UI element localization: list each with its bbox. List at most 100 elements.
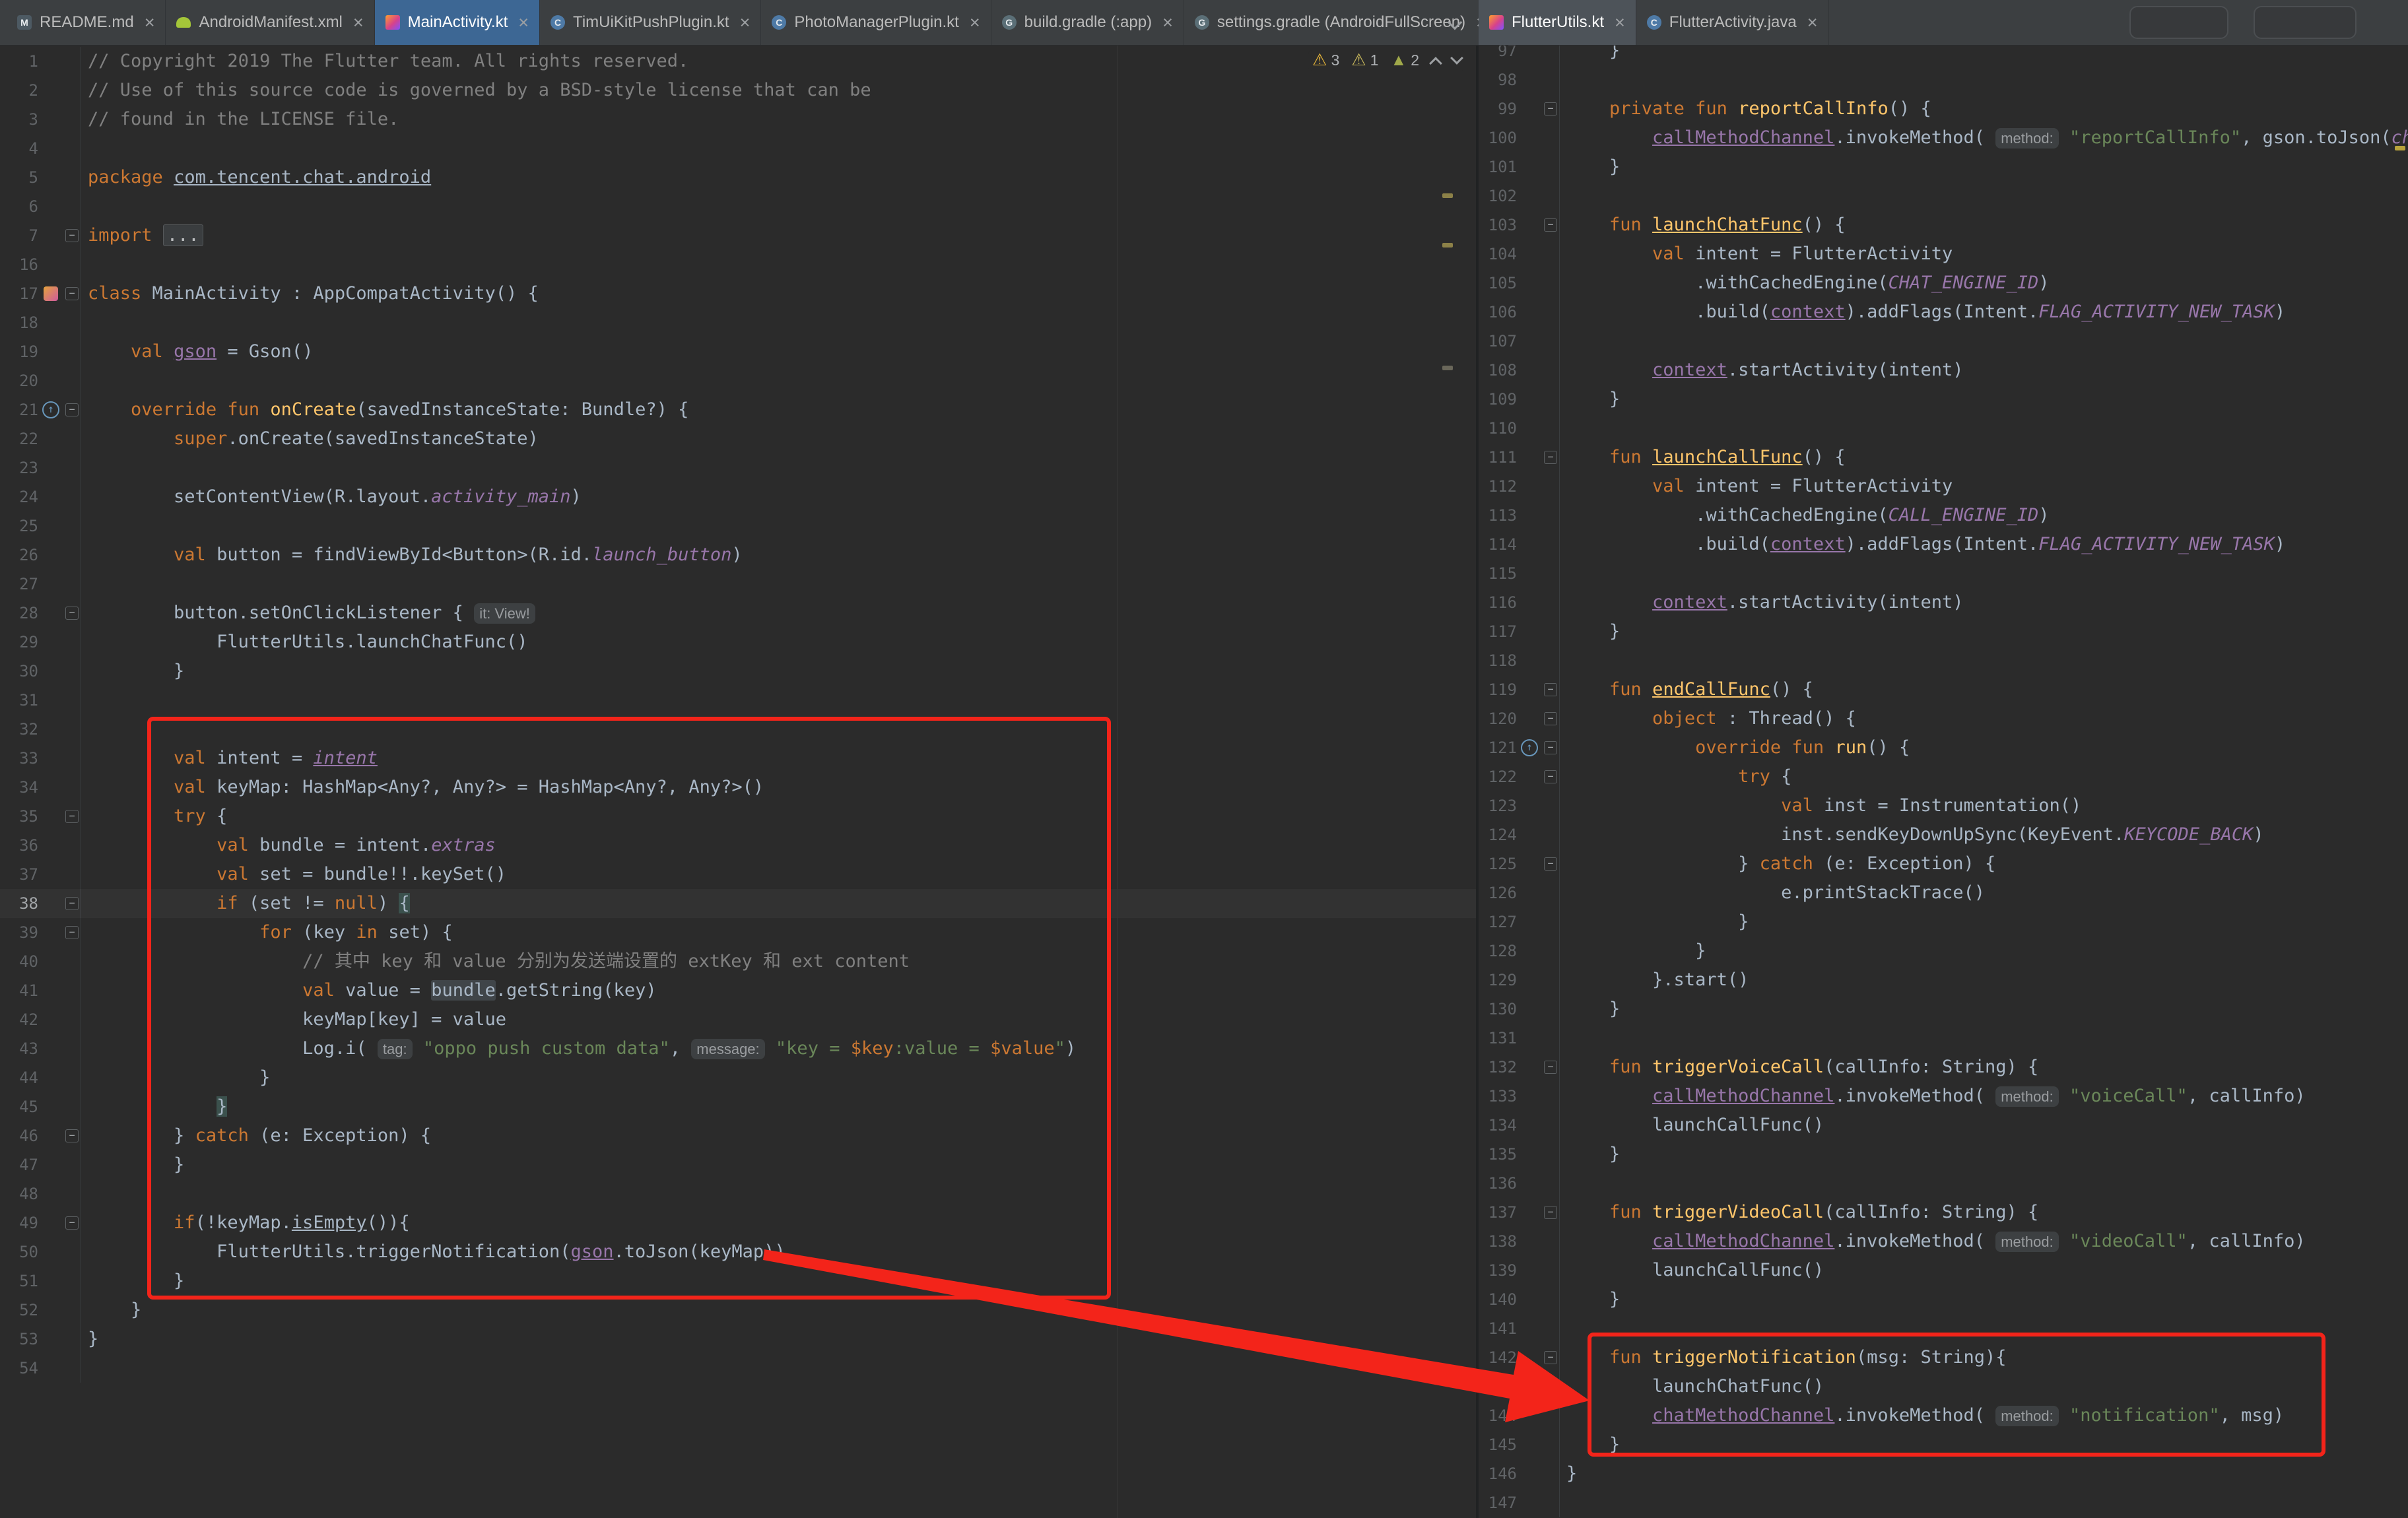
fold-icon[interactable]: −: [1544, 218, 1557, 232]
gutter[interactable]: 116: [1479, 588, 1560, 617]
gutter[interactable]: 105: [1479, 269, 1560, 298]
inspection-item[interactable]: ⚠1: [1351, 51, 1378, 69]
gutter[interactable]: 98: [1479, 65, 1560, 94]
fold-icon[interactable]: −: [65, 926, 79, 939]
gutter[interactable]: 114: [1479, 530, 1560, 559]
gutter[interactable]: 18: [0, 308, 81, 337]
gutter[interactable]: 106: [1479, 298, 1560, 327]
close-tab-icon[interactable]: ×: [145, 14, 155, 32]
gutter[interactable]: 6: [0, 192, 81, 221]
close-tab-icon[interactable]: ×: [1807, 14, 1818, 32]
fold-icon[interactable]: −: [1544, 712, 1557, 725]
gutter[interactable]: 117: [1479, 617, 1560, 646]
gutter[interactable]: 132−: [1479, 1053, 1560, 1082]
gutter[interactable]: 127: [1479, 908, 1560, 937]
gutter[interactable]: 143: [1479, 1372, 1560, 1401]
gutter[interactable]: 5: [0, 163, 81, 192]
gutter[interactable]: 123: [1479, 791, 1560, 820]
gutter[interactable]: 20: [0, 366, 81, 395]
gutter[interactable]: 17−: [0, 279, 81, 308]
gutter[interactable]: 1: [0, 47, 81, 76]
gutter[interactable]: 2: [0, 76, 81, 105]
fold-icon[interactable]: −: [65, 229, 79, 242]
gutter[interactable]: 131: [1479, 1024, 1560, 1053]
gutter[interactable]: 119−: [1479, 675, 1560, 704]
gutter[interactable]: 111−: [1479, 443, 1560, 472]
editor-right-content[interactable]: 97 }9899− private fun reportCallInfo() {…: [1479, 45, 2408, 1517]
gutter[interactable]: 38−: [0, 889, 81, 918]
tab-mainactivity.kt[interactable]: MainActivity.kt×: [375, 0, 540, 45]
close-tab-icon[interactable]: ×: [740, 14, 751, 32]
gutter[interactable]: 52: [0, 1296, 81, 1325]
gutter[interactable]: 34: [0, 773, 81, 802]
gutter[interactable]: 104: [1479, 240, 1560, 269]
gutter[interactable]: 23: [0, 453, 81, 482]
gutter[interactable]: 102: [1479, 182, 1560, 211]
gutter[interactable]: 45: [0, 1092, 81, 1121]
inspection-item[interactable]: ⚠3: [1312, 51, 1339, 69]
gutter[interactable]: 53: [0, 1325, 81, 1354]
override-gutter-icon[interactable]: ↑: [1521, 739, 1538, 756]
gutter[interactable]: 28−: [0, 599, 81, 628]
gutter[interactable]: 120−: [1479, 704, 1560, 733]
gutter[interactable]: 138: [1479, 1227, 1560, 1256]
gutter[interactable]: 129: [1479, 966, 1560, 995]
gutter[interactable]: 115: [1479, 559, 1560, 588]
gutter[interactable]: 112: [1479, 472, 1560, 501]
gutter[interactable]: 7−: [0, 221, 81, 250]
gutter[interactable]: 48: [0, 1179, 81, 1208]
gutter[interactable]: 137−: [1479, 1198, 1560, 1227]
gutter[interactable]: 121↑−: [1479, 733, 1560, 762]
fold-icon[interactable]: −: [1544, 1206, 1557, 1219]
gutter[interactable]: 31: [0, 686, 81, 715]
fold-icon[interactable]: −: [65, 1129, 79, 1142]
gutter[interactable]: 44: [0, 1063, 81, 1092]
gutter[interactable]: 43: [0, 1034, 81, 1063]
gutter[interactable]: 3: [0, 105, 81, 134]
close-tab-icon[interactable]: ×: [1162, 14, 1173, 32]
gutter[interactable]: 142−: [1479, 1343, 1560, 1372]
gutter[interactable]: 50: [0, 1238, 81, 1267]
gutter[interactable]: 134: [1479, 1111, 1560, 1140]
gutter[interactable]: 135: [1479, 1140, 1560, 1169]
gutter[interactable]: 47: [0, 1150, 81, 1179]
gutter[interactable]: 32: [0, 715, 81, 744]
gutter[interactable]: 40: [0, 947, 81, 976]
fold-icon[interactable]: −: [65, 607, 79, 620]
gutter[interactable]: 126: [1479, 878, 1560, 908]
close-tab-icon[interactable]: ×: [1615, 14, 1625, 32]
prev-highlight-icon[interactable]: [1429, 57, 1442, 70]
gutter[interactable]: 99−: [1479, 94, 1560, 123]
fold-icon[interactable]: −: [1544, 1061, 1557, 1074]
gutter[interactable]: 125−: [1479, 849, 1560, 878]
close-tab-icon[interactable]: ×: [970, 14, 980, 32]
inspection-item[interactable]: ▲2: [1390, 51, 1419, 69]
gutter[interactable]: 29: [0, 628, 81, 657]
gutter[interactable]: 141: [1479, 1314, 1560, 1343]
fold-icon[interactable]: −: [1544, 683, 1557, 696]
gutter[interactable]: 113: [1479, 501, 1560, 530]
override-gutter-icon[interactable]: ↑: [42, 401, 59, 418]
gutter[interactable]: 145: [1479, 1430, 1560, 1459]
gutter[interactable]: 109: [1479, 385, 1560, 414]
gutter[interactable]: 49−: [0, 1208, 81, 1238]
fold-icon[interactable]: −: [1544, 857, 1557, 871]
error-stripe-mark[interactable]: [1442, 366, 1453, 370]
gutter[interactable]: 30: [0, 657, 81, 686]
gutter[interactable]: 33: [0, 744, 81, 773]
gutter[interactable]: 54: [0, 1354, 81, 1383]
gutter[interactable]: 103−: [1479, 211, 1560, 240]
gutter[interactable]: 4: [0, 134, 81, 163]
error-stripe-mark[interactable]: [2395, 146, 2405, 150]
gutter[interactable]: 130: [1479, 995, 1560, 1024]
gutter[interactable]: 128: [1479, 937, 1560, 966]
pane-splitter[interactable]: [1476, 45, 1479, 1518]
gutter[interactable]: 16: [0, 250, 81, 279]
gutter[interactable]: 26: [0, 541, 81, 570]
gutter[interactable]: 37: [0, 860, 81, 889]
gutter[interactable]: 42: [0, 1005, 81, 1034]
gutter[interactable]: 133: [1479, 1082, 1560, 1111]
gutter[interactable]: 118: [1479, 646, 1560, 675]
tab-androidmanifest.xml[interactable]: AndroidManifest.xml×: [166, 0, 374, 45]
gutter[interactable]: 19: [0, 337, 81, 366]
